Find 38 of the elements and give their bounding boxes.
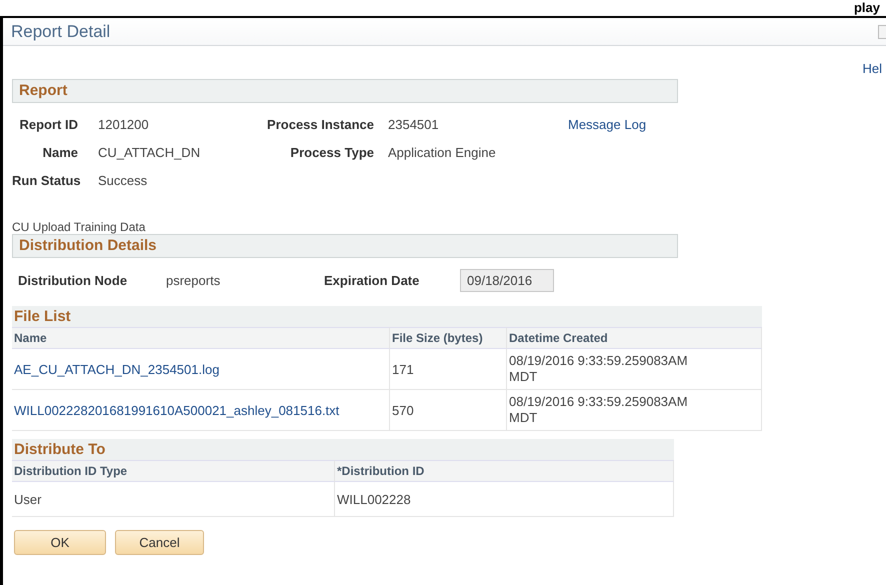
field-value: Application Engine	[388, 145, 497, 160]
toolbar-icon[interactable]	[878, 24, 886, 38]
field-value: 2354501	[388, 117, 440, 132]
file-link[interactable]: AE_CU_ATTACH_DN_2354501.log	[14, 362, 220, 376]
help-link[interactable]: Hel	[862, 61, 882, 79]
field-label: Name	[42, 145, 79, 160]
section-heading: Distribution Details	[12, 234, 678, 258]
column-header: Datetime Created	[507, 327, 762, 349]
field-label: Process Type	[289, 145, 375, 160]
table-cell: 570	[392, 402, 414, 418]
field-value: 1201200	[98, 117, 150, 132]
expiration-date-field: 09/18/2016	[460, 268, 554, 292]
table-cell-text: 08/19/2016 9:33:59.259083AM MDT	[509, 353, 689, 385]
field-label: Expiration Date	[324, 272, 420, 288]
field-label: Report ID	[18, 117, 79, 132]
field-value: Success	[98, 173, 148, 188]
column-header: File Size (bytes)	[390, 327, 507, 349]
field-value: CU_ATTACH_DN	[98, 145, 202, 160]
section-heading: Report	[12, 79, 678, 103]
section-heading: Distribute To	[12, 439, 674, 460]
caption-text: play	[854, 0, 880, 15]
message-log-link[interactable]: Message Log	[568, 117, 692, 132]
table-cell-text: 08/19/2016 9:33:59.259083AM MDT	[509, 394, 689, 426]
field-label: Distribution Node	[18, 272, 128, 288]
table-cell: 171	[392, 362, 414, 376]
description-text: CU Upload Training Data	[12, 220, 146, 234]
field-label: Process Instance	[266, 117, 375, 132]
field-value: psreports	[166, 272, 222, 288]
field-label: Run Status	[12, 173, 82, 188]
page-title: Report Detail	[11, 22, 110, 42]
ok-button[interactable]: OK	[14, 530, 106, 555]
section-heading: File List	[12, 306, 762, 327]
table-cell: WILL002228	[337, 492, 411, 506]
column-header: *Distribution ID	[335, 460, 674, 482]
cancel-button[interactable]: Cancel	[115, 530, 204, 555]
column-header: Distribution ID Type	[12, 460, 335, 482]
column-header: Name	[12, 327, 390, 349]
table-cell: User	[14, 492, 42, 506]
